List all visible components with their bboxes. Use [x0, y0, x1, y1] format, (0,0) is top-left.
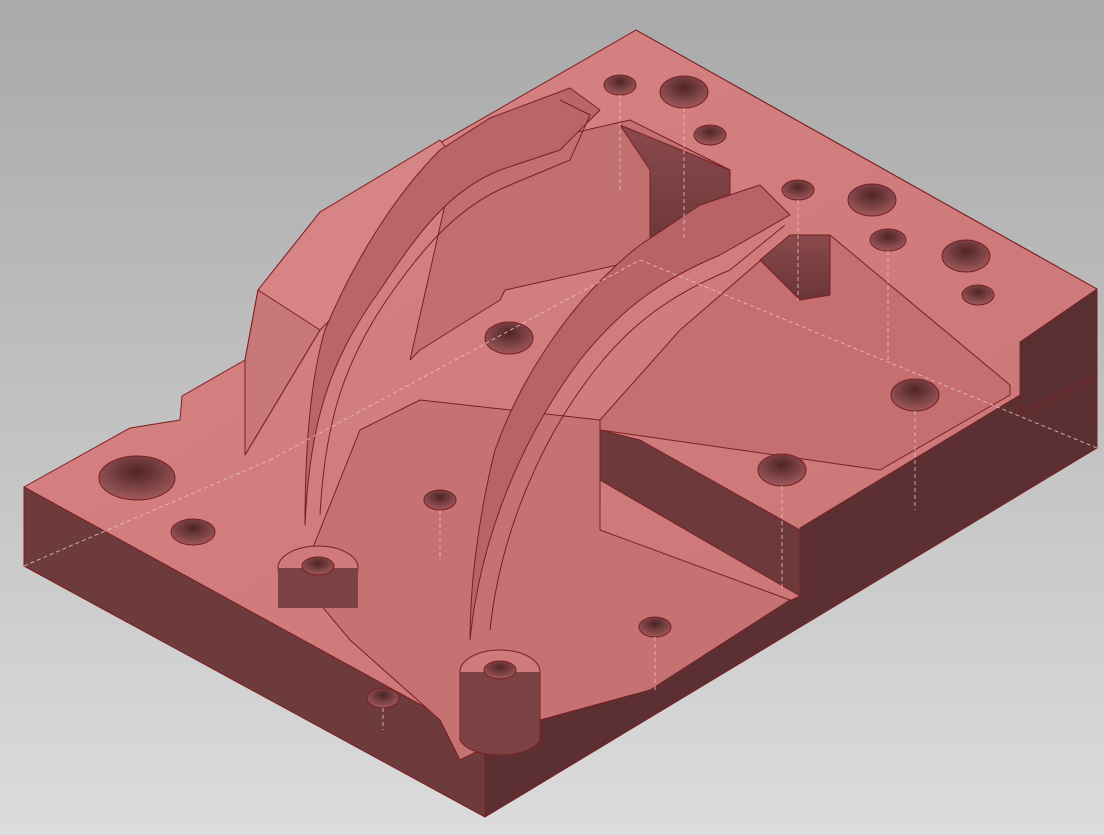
hole — [423, 489, 457, 511]
hole — [484, 321, 534, 355]
hole — [847, 183, 897, 217]
boss-left — [277, 545, 359, 608]
hole — [659, 75, 709, 109]
hole — [757, 453, 807, 487]
model-canvas[interactable] — [0, 0, 1104, 835]
boss-right — [459, 649, 541, 756]
cad-viewport[interactable] — [0, 0, 1104, 835]
hole — [961, 284, 995, 306]
hole — [366, 687, 400, 709]
hole — [638, 616, 672, 638]
hole — [603, 74, 637, 96]
hole — [693, 124, 727, 146]
hole — [170, 518, 216, 546]
hole — [869, 228, 907, 252]
mold-plate[interactable] — [23, 29, 1098, 818]
hole — [890, 378, 940, 412]
hole — [941, 239, 991, 273]
hole — [98, 455, 176, 501]
hole — [781, 179, 815, 201]
